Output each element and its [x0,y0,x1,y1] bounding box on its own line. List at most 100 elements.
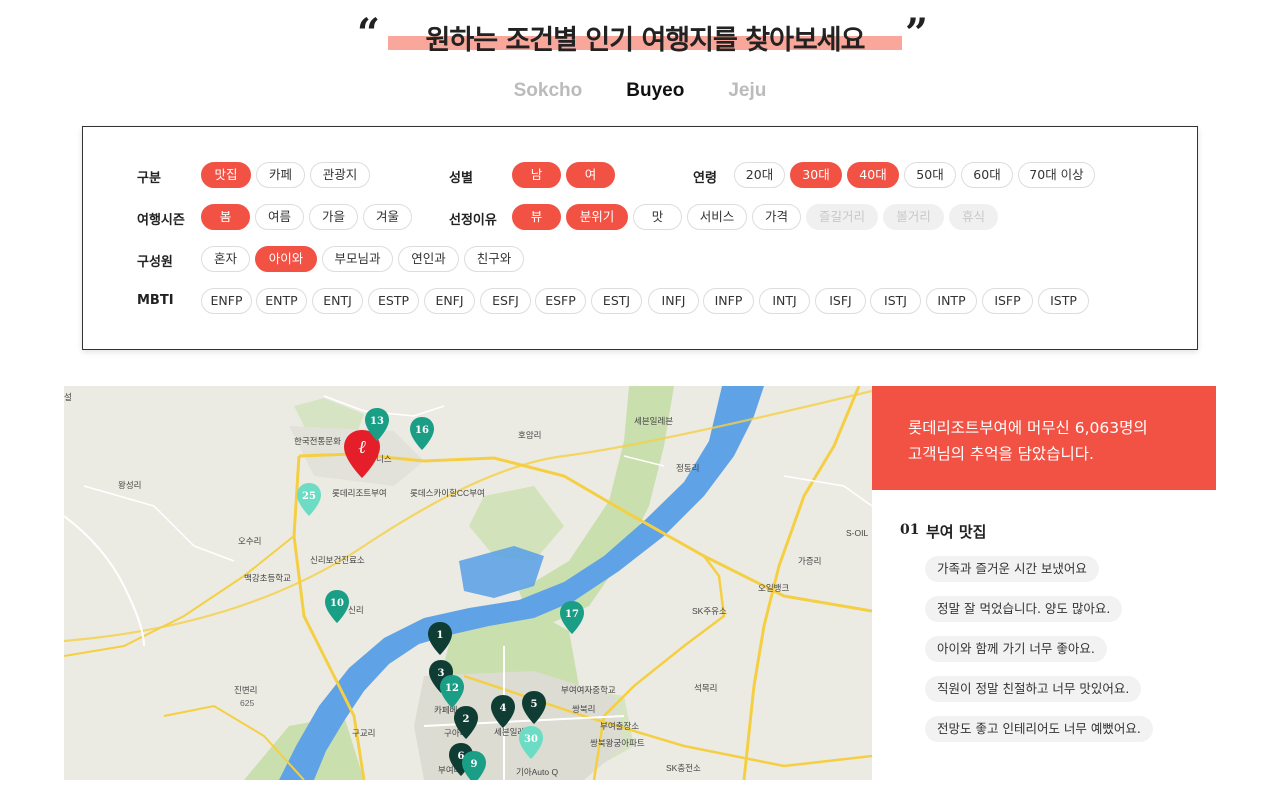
section-number: 01 [900,522,920,538]
filter-chip-reason[interactable]: 가격 [752,204,801,230]
filter-chip-season[interactable]: 봄 [201,204,250,230]
map-place-label: 가증리 [798,556,821,566]
filter-chip-age[interactable]: 40대 [847,162,899,188]
region-tabs: Sokcho Buyeo Jeju [0,80,1280,102]
map-place-label: 오일뱅크 [758,583,789,593]
filter-chip-age[interactable]: 70대 이상 [1018,162,1095,188]
filter-chip-reason[interactable]: 뷰 [512,204,561,230]
filter-row-2: 여행시즌 봄 여름 가을 겨울 선정이유 뷰 분위기 맛 서비스 가격 즐길거리… [83,204,1199,232]
quote-open-icon: “ [357,10,381,57]
review-item[interactable]: 직원이 정말 친절하고 너무 맛있어요. [925,676,1142,702]
filter-chip-companion[interactable]: 혼자 [201,246,250,272]
filter-chip-mbti[interactable]: ISTJ [870,288,921,314]
filter-chip-reason[interactable]: 서비스 [687,204,747,230]
map-road [783,475,872,507]
map-place-label: 정동리 [676,463,699,473]
map-marker-number: 5 [531,699,538,710]
review-banner-line-1: 롯데리조트부여에 머무신 6,063명의 [908,419,1148,437]
filter-chip-age[interactable]: 60대 [961,162,1013,188]
filter-chip-mbti[interactable]: ENFP [201,288,252,314]
filter-chip-gender[interactable]: 여 [566,162,615,188]
map-place-label: S-OIL [846,528,868,538]
filter-chip-mbti[interactable]: ENTP [256,288,307,314]
filter-chip-season[interactable]: 여름 [255,204,304,230]
map-marker-number: 13 [370,416,384,427]
map-place-label: 부여출장소 [600,721,639,731]
map-place-label: 왕성리 [118,480,141,490]
filter-label-reason: 선정이유 [449,213,497,228]
filter-chip-age[interactable]: 20대 [734,162,785,188]
review-item[interactable]: 아이와 함께 가기 너무 좋아요. [925,636,1107,662]
map-road [64,515,145,647]
map-place-label: 부여여자중학교 [561,685,616,695]
filter-chip-category[interactable]: 맛집 [201,162,251,188]
map-place-label: 기아Auto Q [516,767,558,777]
section-title: 부여 맛집 [926,523,987,541]
map[interactable]: ℓ 한국전통문화 니스 롯데리조트부여 롯데스카이힐CC부여 호암리 세븐일레븐 정동리 왕성… [64,386,872,780]
filter-chip-mbti[interactable]: INFP [703,288,754,314]
map-marker-number: 2 [463,714,470,725]
filter-label-gender: 성별 [449,171,473,186]
map-marker-number: 3 [438,668,445,679]
filter-row-1: 구분 맛집 카페 관광지 성별 남 여 연령 20대 30대 40대 50대 6… [83,162,1199,190]
tab-sokcho[interactable]: Sokcho [512,80,585,102]
filter-chip-category[interactable]: 관광지 [310,162,370,188]
filter-chip-age[interactable]: 30대 [790,162,842,188]
filter-chip-mbti[interactable]: ESFP [535,288,586,314]
filter-chip-reason: 볼거리 [883,204,944,230]
map-marker-number: 25 [302,491,316,502]
filter-chip-reason: 휴식 [949,204,998,230]
map-place-label: 백강초등학교 [244,573,291,583]
filter-chip-age[interactable]: 50대 [904,162,956,188]
map-marker-number: 4 [500,703,507,714]
filter-label-companion: 구성원 [137,255,173,270]
map-place-label: 진변리 [234,685,257,695]
filter-chip-companion[interactable]: 연인과 [398,246,459,272]
review-item[interactable]: 정말 잘 먹었습니다. 양도 많아요. [925,596,1123,622]
filter-chip-gender[interactable]: 남 [512,162,561,188]
filter-chip-mbti[interactable]: ISFJ [815,288,866,314]
map-canvas[interactable]: ℓ 한국전통문화니스롯데리조트부여 롯데스카이힐CC부여 호암리 세븐일레븐정동리왕성… [64,386,872,780]
filter-chip-season[interactable]: 가을 [309,204,358,230]
filter-row-mbti: MBTI ENFP ENTP ENTJ ESTP ENFJ ESFJ ESFP ESTJ INF… [83,288,1199,316]
filter-chip-reason[interactable]: 맛 [633,204,682,230]
filter-chip-mbti[interactable]: ENTJ [312,288,363,314]
review-item[interactable]: 가족과 즐거운 시간 보냈어요 [925,556,1099,582]
quote-close-icon: ” [905,10,929,57]
map-marker-number: 10 [330,598,344,609]
filter-chip-reason[interactable]: 분위기 [566,204,628,230]
filter-label-age: 연령 [693,171,717,186]
filter-chip-mbti[interactable]: ENFJ [424,288,475,314]
review-item[interactable]: 전망도 좋고 인테리어도 너무 예뻤어요. [925,716,1153,742]
filter-chip-companion[interactable]: 아이와 [255,246,317,272]
filter-chip-mbti[interactable]: ISTP [1038,288,1089,314]
filter-chip-mbti[interactable]: ISFP [982,288,1033,314]
page-title: 원하는 조건별 인기 여행지를 찾아보세요 [425,25,866,56]
filter-chip-mbti[interactable]: ESTJ [591,288,642,314]
filter-label-season: 여행시즌 [137,213,185,228]
map-place-label: 카페베 [434,705,457,715]
filter-chip-mbti[interactable]: ESTP [368,288,419,314]
filter-label-mbti: MBTI [137,293,174,308]
map-marker[interactable]: 25 [297,483,321,516]
filter-panel: 구분 맛집 카페 관광지 성별 남 여 연령 20대 30대 40대 50대 6… [82,126,1198,350]
filter-chip-mbti[interactable]: INTP [926,288,977,314]
filter-chip-category[interactable]: 카페 [256,162,305,188]
map-marker[interactable]: 16 [410,417,434,450]
map-marker[interactable]: 10 [325,590,349,623]
filter-chip-mbti[interactable]: INTJ [759,288,810,314]
filter-chip-season[interactable]: 겨울 [363,204,412,230]
map-place-label: 625 [240,698,254,708]
map-place-label: 쌍북왕궁아파트 [590,738,645,748]
map-place-label: SK충전소 [666,763,701,773]
tab-buyeo[interactable]: Buyeo [624,80,686,102]
filter-chip-mbti[interactable]: ESFJ [480,288,531,314]
headline: “ 원하는 조건별 인기 여행지를 찾아보세요 ” [0,10,1280,57]
filter-chip-companion[interactable]: 부모님과 [322,246,393,272]
map-place-label: 신리보건진료소 [310,555,365,565]
tab-jeju[interactable]: Jeju [726,80,768,102]
filter-chip-companion[interactable]: 친구와 [464,246,524,272]
svg-text:ℓ: ℓ [358,437,366,458]
filter-chip-mbti[interactable]: INFJ [648,288,699,314]
map-place-label: 석목리 [694,683,717,693]
